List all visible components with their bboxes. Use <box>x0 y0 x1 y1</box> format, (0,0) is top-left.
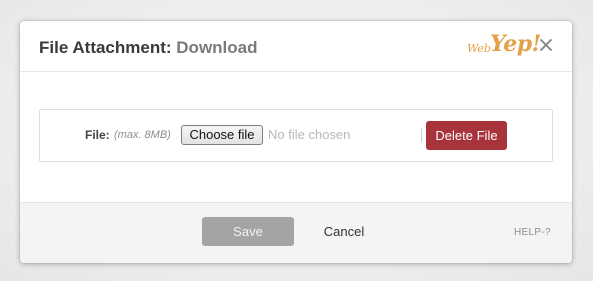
file-upload-field: File: (max. 8MB) Choose file No file cho… <box>39 109 553 162</box>
dialog-footer: Save Cancel HELP-? <box>20 202 572 263</box>
file-status-text: No file chosen <box>268 127 351 142</box>
dialog-title-sub: Download <box>176 38 258 57</box>
dialog-header: File Attachment: Download Web Yep! <box>20 21 572 72</box>
logo-prefix: Web <box>467 42 491 55</box>
file-size-hint: (max. 8MB) <box>114 129 171 141</box>
webyep-logo: Web Yep! <box>467 31 541 63</box>
dialog-title: File Attachment: Download <box>39 38 258 58</box>
delete-file-button[interactable]: Delete File <box>426 121 507 150</box>
cancel-button[interactable]: Cancel <box>316 217 372 246</box>
field-divider <box>421 128 422 142</box>
file-label: File: <box>85 128 110 142</box>
help-link[interactable]: HELP-? <box>514 227 551 238</box>
choose-file-button[interactable]: Choose file <box>181 125 263 145</box>
file-attachment-dialog: File Attachment: Download Web Yep! File:… <box>20 21 572 263</box>
logo-name: Yep! <box>490 31 541 57</box>
close-icon[interactable] <box>539 38 553 52</box>
save-button[interactable]: Save <box>202 217 294 246</box>
dialog-title-main: File Attachment: <box>39 38 172 57</box>
